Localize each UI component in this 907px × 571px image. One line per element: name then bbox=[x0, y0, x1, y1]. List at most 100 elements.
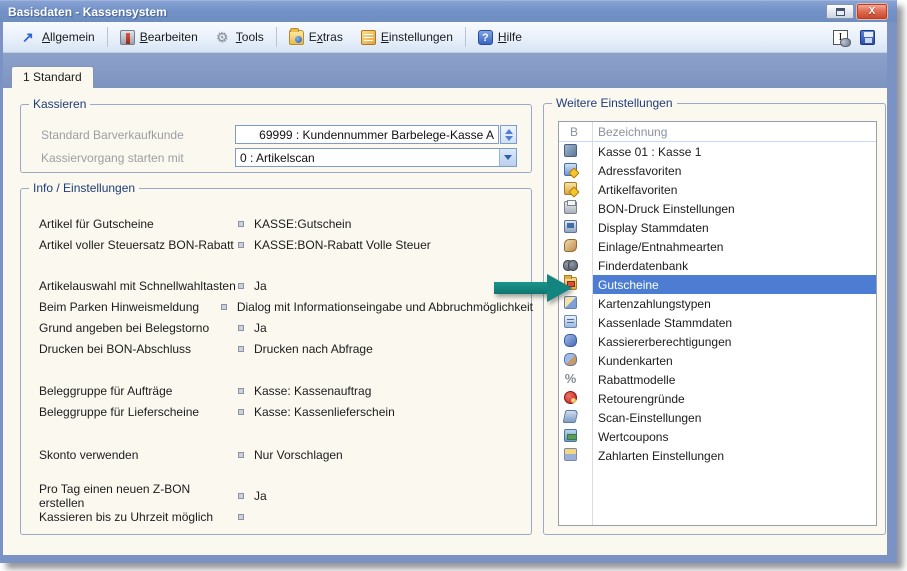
cash-drawer-icon bbox=[564, 315, 577, 328]
info-row: Skonto verwendenNur Vorschlagen bbox=[21, 444, 533, 465]
kassiervorgang-dropdown[interactable]: 0 : Artikelscan bbox=[235, 148, 517, 167]
voucher-folder-icon bbox=[564, 277, 577, 290]
main-area: 1 Standard Kassieren Standard Barverkauf… bbox=[3, 53, 887, 555]
bullet-icon bbox=[238, 325, 244, 331]
page: Basisdaten - Kassensystem X ↗ Allgemein … bbox=[0, 0, 907, 571]
help-icon: ? bbox=[478, 30, 493, 45]
dropdown-value: 0 : Artikelscan bbox=[236, 151, 499, 165]
list-header: B Bezeichnung bbox=[559, 122, 876, 142]
menu-tools-label: Tools bbox=[236, 30, 264, 44]
article-favorites-icon bbox=[564, 182, 577, 195]
settings-list: B Bezeichnung Kasse 01 : Kasse 1 Adressf… bbox=[558, 121, 877, 526]
menu-extras[interactable]: Extras bbox=[280, 27, 352, 48]
deposit-withdrawal-icon bbox=[564, 239, 577, 252]
bullet-icon bbox=[238, 409, 244, 415]
field-kassiervorgang: Kassiervorgang starten mit 0 : Artikelsc… bbox=[21, 148, 533, 167]
folder-icon bbox=[289, 30, 304, 45]
spin-down-icon bbox=[505, 136, 513, 141]
minimize-icon bbox=[836, 8, 845, 16]
group-kassieren: Kassieren Standard Barverkaufkunde 69999… bbox=[20, 104, 532, 173]
display-icon bbox=[564, 220, 577, 233]
group-info-title: Info / Einstellungen bbox=[29, 181, 139, 195]
menu-hilfe-label: Hilfe bbox=[498, 30, 522, 44]
list-item-finderdatenbank[interactable]: Finderdatenbank bbox=[559, 256, 876, 275]
tab-strip bbox=[3, 53, 887, 88]
list-item-scan-einstellungen[interactable]: Scan-Einstellungen bbox=[559, 408, 876, 427]
bullet-icon bbox=[238, 514, 244, 520]
list-item-gutscheine[interactable]: Gutscheine bbox=[559, 275, 876, 294]
menu-bearbeiten[interactable]: Bearbeiten bbox=[111, 27, 207, 48]
list-item-kasse[interactable]: Kasse 01 : Kasse 1 bbox=[559, 142, 876, 161]
info-row: Beim Parken HinweismeldungDialog mit Inf… bbox=[21, 296, 533, 317]
info-row: Artikel für GutscheineKASSE:Gutschein bbox=[21, 213, 533, 234]
bullet-icon bbox=[238, 283, 244, 289]
info-rows: Artikel für GutscheineKASSE:Gutschein Ar… bbox=[21, 213, 533, 527]
dropdown-button[interactable] bbox=[499, 149, 516, 166]
list-item-adressfavoriten[interactable]: Adressfavoriten bbox=[559, 161, 876, 180]
returns-icon bbox=[564, 391, 577, 404]
field-label: Standard Barverkaufkunde bbox=[41, 128, 235, 142]
payment-types-icon bbox=[564, 448, 577, 461]
info-row: Kassieren bis zu Uhrzeit möglich bbox=[21, 506, 533, 527]
menu-einstellungen[interactable]: Einstellungen bbox=[352, 27, 462, 48]
list-item-display[interactable]: Display Stammdaten bbox=[559, 218, 876, 237]
menu-hilfe[interactable]: ? Hilfe bbox=[469, 27, 531, 48]
list-item-artikelfavoriten[interactable]: Artikelfavoriten bbox=[559, 180, 876, 199]
info-row: Pro Tag einen neuen Z-BON erstellenJa bbox=[21, 485, 533, 506]
toolbar: ↗ Allgemein Bearbeiten ⚙ Tools Extras Ei… bbox=[3, 22, 887, 53]
bullet-icon bbox=[238, 452, 244, 458]
printer-icon bbox=[564, 201, 577, 214]
info-row: Artikelauswahl mit SchnellwahltastenJa bbox=[21, 275, 533, 296]
list-item-kassiererberechtigungen[interactable]: Kassiererberechtigungen bbox=[559, 332, 876, 351]
window-title: Basisdaten - Kassensystem bbox=[8, 5, 167, 19]
info-row: Drucken bei BON-AbschlussDrucken nach Ab… bbox=[21, 338, 533, 359]
bullet-icon bbox=[238, 242, 244, 248]
info-row: Grund angeben bei BelegstornoJa bbox=[21, 317, 533, 338]
gears-icon: ⚙ bbox=[216, 30, 231, 45]
menu-einstellungen-label: Einstellungen bbox=[381, 30, 453, 44]
card-payment-icon bbox=[564, 296, 577, 309]
binoculars-icon bbox=[564, 258, 577, 271]
percent-icon: % bbox=[564, 372, 577, 385]
list-item-rabattmodelle[interactable]: %Rabattmodelle bbox=[559, 370, 876, 389]
save-icon[interactable] bbox=[860, 30, 875, 45]
group-weitere-einstellungen: Weitere Einstellungen B Bezeichnung Kass… bbox=[543, 103, 886, 535]
list-item-kassenlade[interactable]: Kassenlade Stammdaten bbox=[559, 313, 876, 332]
list-item-kundenkarten[interactable]: Kundenkarten bbox=[559, 351, 876, 370]
list-item-retourengruende[interactable]: Retourengründe bbox=[559, 389, 876, 408]
info-row: Beleggruppe für AufträgeKasse: Kassenauf… bbox=[21, 380, 533, 401]
group-kassieren-title: Kassieren bbox=[29, 97, 90, 111]
list-item-bon-druck[interactable]: BON-Druck Einstellungen bbox=[559, 199, 876, 218]
address-favorites-icon bbox=[564, 163, 577, 176]
coupons-icon bbox=[564, 429, 577, 442]
field-standard-barverkaufkunde: Standard Barverkaufkunde 69999 : Kundenn… bbox=[21, 125, 533, 144]
toolbar-right: I bbox=[833, 30, 875, 45]
close-button[interactable]: X bbox=[857, 4, 887, 19]
cash-register-icon bbox=[564, 144, 577, 157]
info-row: Artikel voller Steuersatz BON-RabattKASS… bbox=[21, 234, 533, 255]
barverkaufkunde-input[interactable]: 69999 : Kundennummer Barbelege-Kasse A bbox=[235, 125, 499, 144]
arrow-up-right-icon: ↗ bbox=[22, 30, 37, 45]
list-item-wertcoupons[interactable]: Wertcoupons bbox=[559, 427, 876, 446]
toolbar-separator bbox=[107, 27, 108, 47]
spinner-buttons[interactable] bbox=[500, 125, 517, 144]
minimize-button[interactable] bbox=[826, 4, 854, 19]
spin-up-icon bbox=[505, 129, 513, 134]
menu-extras-label: Extras bbox=[309, 30, 343, 44]
list-item-kartenzahlungstypen[interactable]: Kartenzahlungstypen bbox=[559, 294, 876, 313]
tab-standard[interactable]: 1 Standard bbox=[11, 66, 94, 88]
menu-allgemein[interactable]: ↗ Allgemein bbox=[13, 27, 104, 48]
menu-tools[interactable]: ⚙ Tools bbox=[207, 27, 273, 48]
find-icon[interactable]: I bbox=[833, 30, 848, 45]
edit-tool-icon bbox=[120, 30, 135, 45]
info-row: Beleggruppe für LieferscheineKasse: Kass… bbox=[21, 401, 533, 422]
bullet-icon bbox=[238, 388, 244, 394]
list-item-einlage[interactable]: Einlage/Entnahmearten bbox=[559, 237, 876, 256]
bullet-icon bbox=[238, 493, 244, 499]
group-info-einstellungen: Info / Einstellungen Artikel für Gutsche… bbox=[20, 188, 532, 535]
menu-allgemein-label: Allgemein bbox=[42, 30, 95, 44]
titlebar: Basisdaten - Kassensystem X bbox=[0, 0, 897, 22]
bullet-icon bbox=[221, 304, 227, 310]
list-item-zahlarten[interactable]: Zahlarten Einstellungen bbox=[559, 446, 876, 465]
toolbar-separator bbox=[276, 27, 277, 47]
